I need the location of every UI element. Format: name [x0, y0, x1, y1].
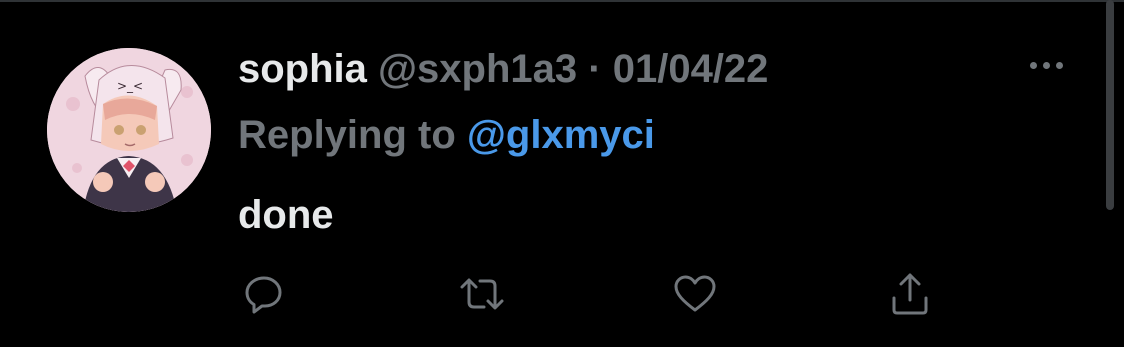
scrollbar[interactable]	[1106, 0, 1114, 210]
replying-to-line: Replying to @glxmyci	[238, 112, 655, 158]
more-dot-icon	[1042, 61, 1050, 69]
retweet-button[interactable]	[454, 266, 510, 322]
more-dot-icon	[1055, 61, 1063, 69]
tweet-date[interactable]: 01/04/22	[613, 47, 769, 91]
replying-prefix: Replying to	[238, 113, 456, 157]
tweet[interactable]: >_< sophia @sxph1a3 · 01/04/22 Replying …	[0, 2, 1124, 347]
separator-dot: ·	[588, 47, 602, 91]
reply-icon	[245, 276, 282, 314]
avatar[interactable]: >_<	[47, 48, 211, 212]
tweet-text: done	[238, 193, 334, 237]
like-button[interactable]	[667, 266, 723, 322]
avatar-image: >_<	[47, 48, 211, 212]
svg-text:>_<: >_<	[117, 79, 143, 93]
reply-button[interactable]	[236, 266, 292, 322]
share-icon	[892, 273, 928, 315]
more-dot-icon	[1029, 61, 1037, 69]
heart-icon	[674, 275, 716, 312]
retweet-icon	[460, 278, 504, 310]
author-handle[interactable]: @sxph1a3	[378, 47, 577, 91]
author-display-name[interactable]: sophia	[238, 47, 367, 91]
share-button[interactable]	[882, 266, 938, 322]
tweet-actions	[0, 266, 1124, 322]
tweet-header: sophia @sxph1a3 · 01/04/22	[238, 46, 768, 92]
reply-mention-link[interactable]: @glxmyci	[467, 113, 655, 157]
more-options-button[interactable]	[1024, 50, 1068, 80]
